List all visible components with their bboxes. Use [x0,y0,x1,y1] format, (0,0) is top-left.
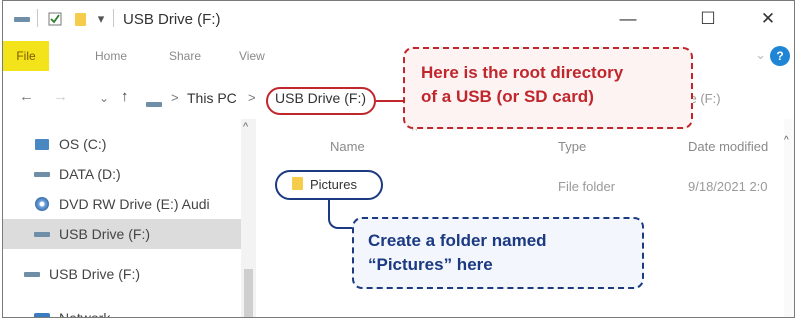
navigation-pane: OS (C:) DATA (D:) DVD RW Drive (E:) Audi… [3,119,258,318]
callout-line: Create a folder named [368,231,547,250]
nav-item-usb-f[interactable]: USB Drive (F:) [3,259,241,289]
scroll-thumb[interactable] [244,269,253,317]
title-bar: ▾ USB Drive (F:) — ☐ ✕ [3,1,794,37]
callout-create-folder: Create a folder named “Pictures” here [352,217,644,289]
maximize-button[interactable]: ☐ [685,5,731,33]
nav-item-label: USB Drive (F:) [49,266,140,282]
network-icon [31,313,53,317]
breadcrumb-separator: > [248,90,256,105]
tab-home[interactable]: Home [95,49,127,63]
os-drive-icon [31,138,53,150]
nav-item-network[interactable]: Network [3,303,241,318]
usb-drive-icon [31,231,53,237]
breadcrumb-separator: > [171,90,179,105]
content-scrollbar[interactable]: ^ [784,119,794,317]
forward-button[interactable]: → [53,88,68,105]
dvd-icon [31,197,53,211]
tab-share[interactable]: Share [169,49,201,63]
properties-checkbox-icon[interactable] [47,11,63,27]
callout-line: “Pictures” here [368,255,493,274]
callout-root-directory: Here is the root directory of a USB (or … [403,47,693,129]
usb-drive-icon [13,11,31,27]
nav-item-label: OS (C:) [59,136,107,152]
nav-item-dvd-e[interactable]: DVD RW Drive (E:) Audi [3,189,241,219]
help-button[interactable]: ? [770,46,790,66]
callout-connector-red [376,100,404,102]
minimize-button[interactable]: — [605,5,651,33]
nav-item-label: USB Drive (F:) [59,226,150,242]
row-date: 9/18/2021 2:0 [688,179,768,194]
usb-drive-icon [145,96,163,112]
recent-locations-button[interactable]: ⌄ [99,91,109,105]
up-button[interactable]: ↑ [121,88,129,105]
nav-scrollbar[interactable]: ^ [241,119,256,317]
column-header-type[interactable]: Type [558,139,586,154]
scroll-up-icon[interactable]: ^ [243,121,248,133]
back-button[interactable]: ← [19,88,34,105]
nav-item-usb-f-selected[interactable]: USB Drive (F:) [3,219,241,249]
column-header-name[interactable]: Name [330,139,365,154]
highlight-ring-pictures [275,170,383,200]
tab-view[interactable]: View [239,49,265,63]
title-separator [37,9,38,27]
qat-dropdown-icon[interactable]: ▾ [95,11,107,27]
column-header-date-modified[interactable]: Date modified [688,139,768,154]
usb-drive-icon [21,271,43,277]
drive-icon [31,171,53,177]
scroll-up-icon[interactable]: ^ [784,135,789,146]
title-separator [113,9,114,27]
expand-ribbon-icon[interactable]: ⌄ [755,47,766,63]
breadcrumb-this-pc[interactable]: This PC [187,90,237,106]
nav-item-label: DVD RW Drive (E:) Audi [59,196,210,212]
callout-line: of a USB (or SD card) [421,87,594,106]
nav-item-label: DATA (D:) [59,166,121,182]
close-button[interactable]: ✕ [745,5,791,33]
nav-item-label: Network [59,310,111,318]
file-explorer-window: ▾ USB Drive (F:) — ☐ ✕ File Home Share V… [2,0,795,318]
tab-file[interactable]: File [3,41,49,71]
nav-item-os-c[interactable]: OS (C:) [3,129,241,159]
row-type: File folder [558,179,616,194]
callout-line: Here is the root directory [421,63,624,82]
window-title: USB Drive (F:) [123,11,221,28]
new-folder-icon[interactable] [73,11,87,27]
highlight-ring-address [266,87,376,115]
nav-item-data-d[interactable]: DATA (D:) [3,159,241,189]
